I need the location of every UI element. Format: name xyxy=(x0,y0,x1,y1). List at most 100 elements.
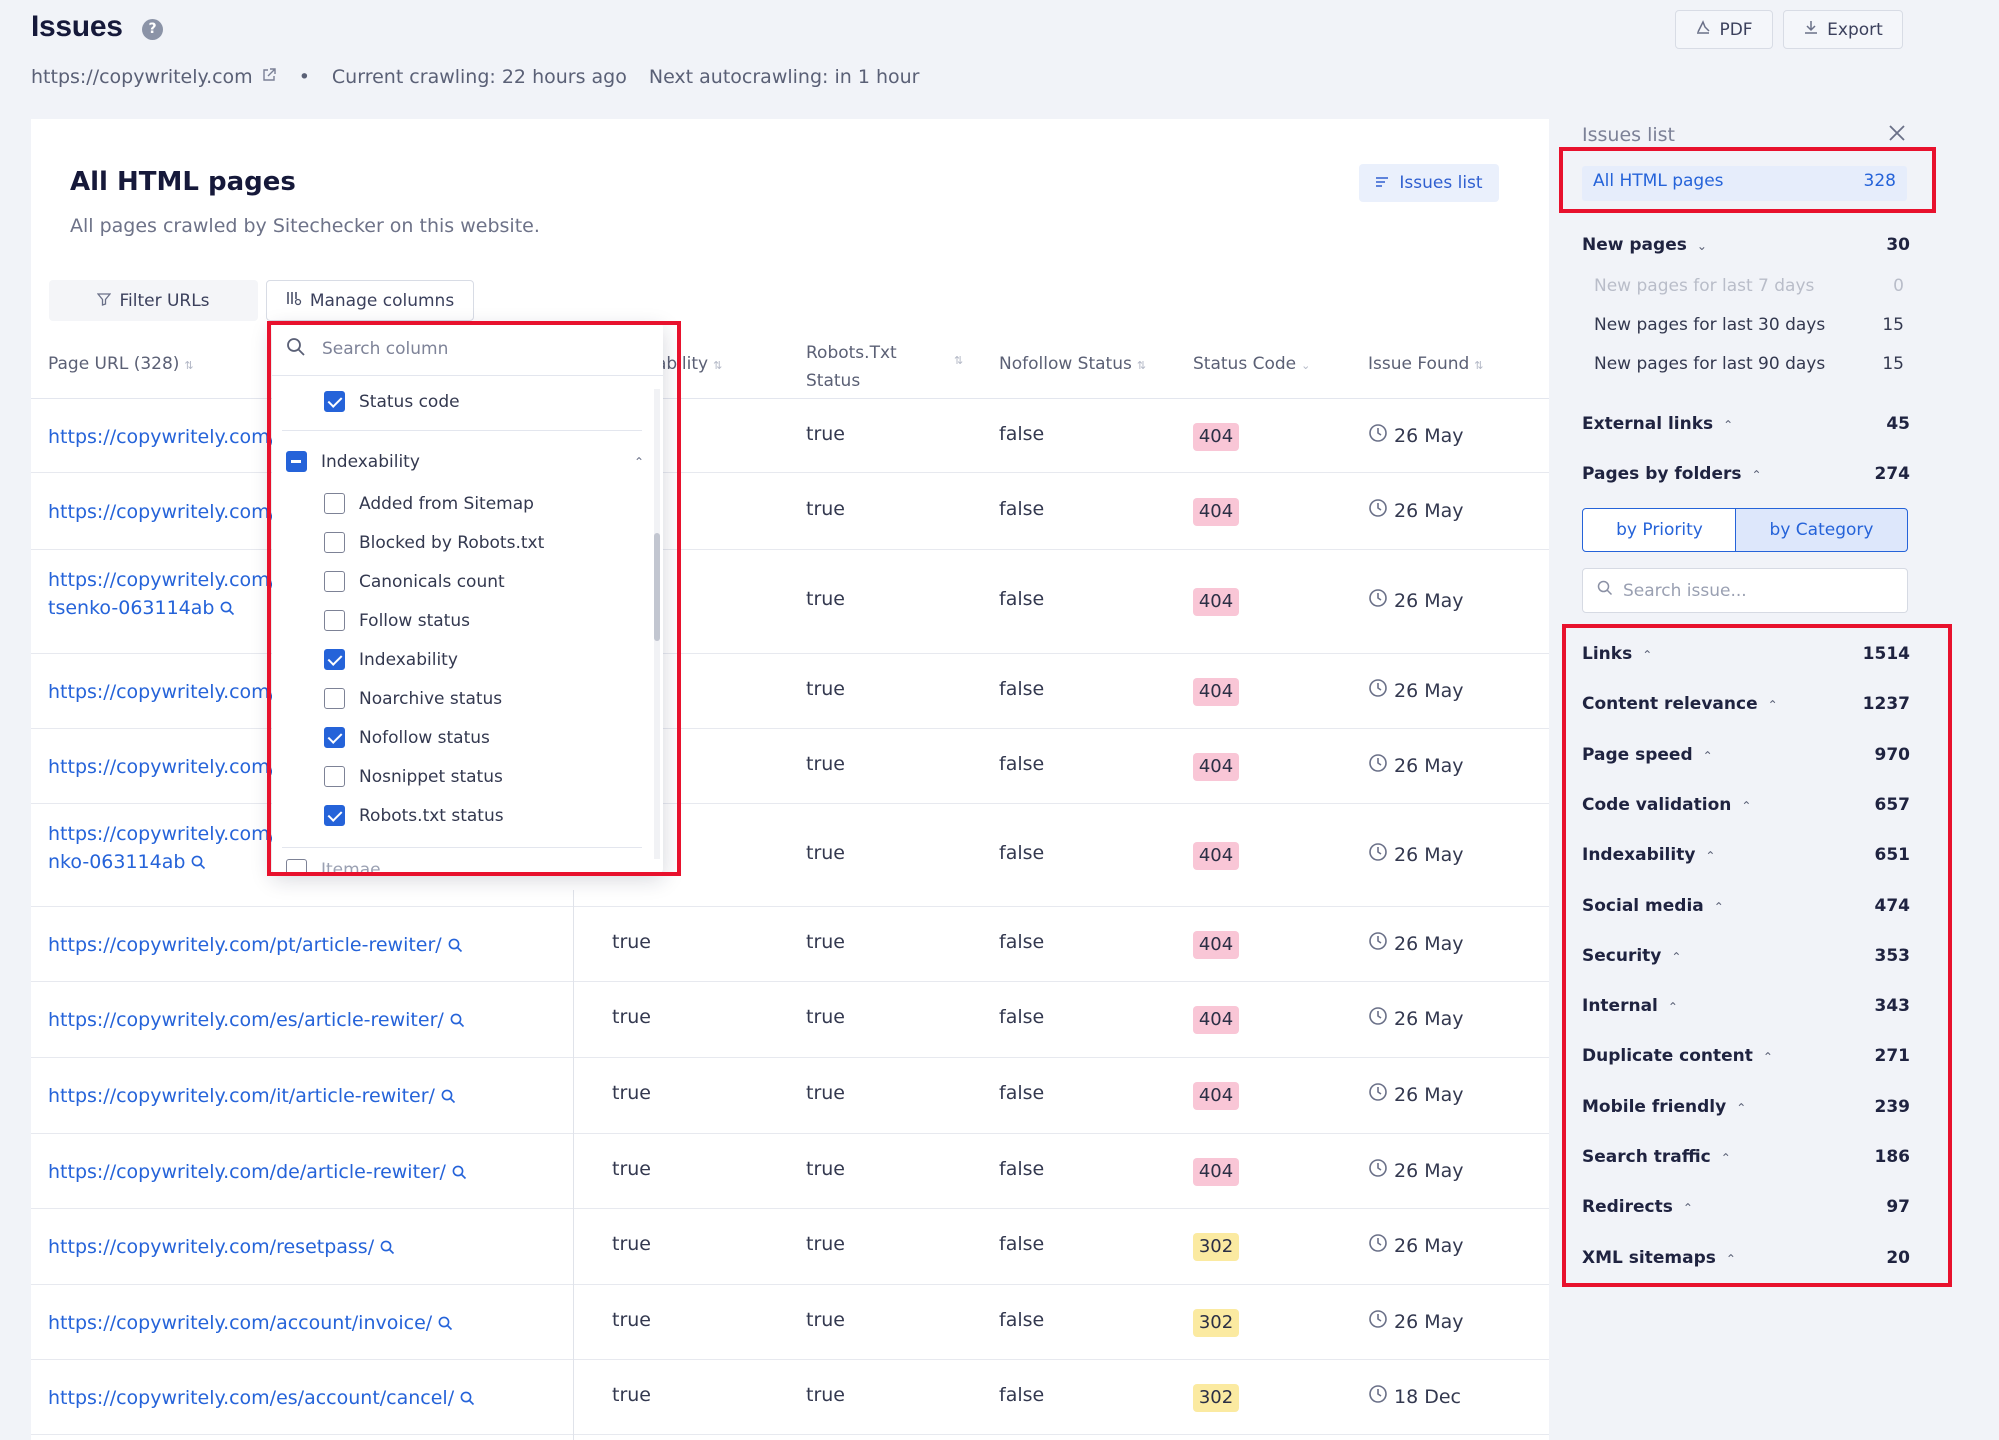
col-nofollow[interactable]: Nofollow Status ⇅ xyxy=(999,354,1146,374)
col-status-code[interactable]: Status Code ⌄ xyxy=(1193,354,1310,374)
col-issue-found[interactable]: Issue Found ⇅ xyxy=(1368,354,1484,374)
issue-found-cell: 26 May xyxy=(1368,1233,1464,1258)
clock-icon xyxy=(1368,1384,1388,1409)
close-icon[interactable] xyxy=(1888,124,1906,146)
robots-status-cell: true xyxy=(806,1082,845,1104)
pdf-button[interactable]: PDF xyxy=(1675,10,1773,49)
table-row[interactable]: https://copywritely.com/r tsenko-063114ab… xyxy=(31,550,1549,654)
site-link[interactable]: https://copywritely.com xyxy=(31,66,253,88)
sidebar-subitem-new-pages[interactable]: New pages for last 7 days 0 xyxy=(1594,276,1904,296)
sidebar-item-external-links[interactable]: External links ⌃ 45 xyxy=(1582,414,1910,434)
nofollow-cell: false xyxy=(999,753,1045,775)
issue-found-cell: 26 May xyxy=(1368,1082,1464,1107)
table-row[interactable]: https://copywritely.com/es/article-rewit… xyxy=(31,982,1549,1058)
column-divider xyxy=(573,890,574,1440)
search-icon[interactable] xyxy=(185,851,206,873)
sidebar-item-pages-by-folders[interactable]: Pages by folders ⌃ 274 xyxy=(1582,464,1910,484)
status-badge: 404 xyxy=(1193,423,1239,451)
search-icon[interactable] xyxy=(214,597,235,619)
table-row[interactable]: https://copywritely.com/account/invoice/… xyxy=(31,1285,1549,1360)
page-url-link[interactable]: https://copywritely.com/resetpass/ xyxy=(48,1233,395,1261)
next-autocrawling: Next autocrawling: in 1 hour xyxy=(648,66,920,88)
search-issue-input[interactable]: Search issue... xyxy=(1582,568,1908,613)
col-robots-status[interactable]: Robots.Txt Status xyxy=(806,339,897,395)
issue-found-cell: 26 May xyxy=(1368,931,1464,956)
help-icon[interactable]: ? xyxy=(142,19,163,40)
chevron-down-icon: ⌄ xyxy=(1696,239,1707,253)
robots-status-cell: true xyxy=(806,1006,845,1028)
table-row[interactable]: https://copywritely.com/t true false 404 26 … xyxy=(31,654,1549,729)
bullet-separator: • xyxy=(298,66,310,88)
issue-found-cell: 18 Dec xyxy=(1368,1384,1461,1409)
clock-icon xyxy=(1368,842,1388,867)
status-badge: 404 xyxy=(1193,931,1239,959)
status-badge: 404 xyxy=(1193,678,1239,706)
issues-list-button[interactable]: Issues list xyxy=(1359,164,1499,202)
page-url-link[interactable]: https://copywritely.com/pt/article-rewit… xyxy=(48,931,463,959)
search-icon[interactable] xyxy=(444,1009,465,1031)
search-icon[interactable] xyxy=(435,1085,456,1107)
manage-columns-button[interactable]: Manage columns xyxy=(266,280,474,321)
issues-list-label: Issues list xyxy=(1399,173,1483,193)
nofollow-cell: false xyxy=(999,1384,1045,1406)
table-row[interactable]: https://copywritely.com/pt/article-rewit… xyxy=(31,907,1549,982)
page-url-link[interactable]: https://copywritely.com/it/article-rewit… xyxy=(48,1082,456,1110)
table-row[interactable]: https://copywritely.com/v nko-063114ab tru… xyxy=(31,804,1549,907)
robots-status-cell: true xyxy=(806,1384,845,1406)
by-category-toggle[interactable]: by Category xyxy=(1735,508,1908,552)
page-url-link[interactable]: https://copywritely.com/de/article-rewit… xyxy=(48,1158,467,1186)
filter-urls-button[interactable]: Filter URLs xyxy=(49,280,258,321)
sort-icon: ⇅ xyxy=(1474,359,1484,372)
table-row[interactable]: https://copywritely.com/resetpass/true tr… xyxy=(31,1209,1549,1285)
indexability-cell: true xyxy=(612,1233,651,1255)
issue-found-cell: 26 May xyxy=(1368,1309,1464,1334)
sidebar-subitem-new-pages[interactable]: New pages for last 90 days 15 xyxy=(1594,354,1904,374)
robots-status-cell: true xyxy=(806,842,845,864)
robots-status-cell: true xyxy=(806,423,845,445)
page-url-link[interactable]: https://copywritely.com/es/article-rewit… xyxy=(48,1006,465,1034)
sort-icon: ⇅ xyxy=(184,359,194,372)
status-badge: 404 xyxy=(1193,1082,1239,1110)
page-url-link[interactable]: https://copywritely.com/r tsenko-063114ab xyxy=(48,566,284,622)
status-badge: 302 xyxy=(1193,1384,1239,1412)
sidebar-item-new-pages[interactable]: New pages ⌄ 30 xyxy=(1582,235,1910,255)
export-button[interactable]: Export xyxy=(1783,10,1903,49)
pdf-label: PDF xyxy=(1719,19,1753,40)
search-icon xyxy=(1597,580,1613,601)
search-icon[interactable] xyxy=(454,1387,475,1409)
robots-status-cell: true xyxy=(806,678,845,700)
search-icon[interactable] xyxy=(446,1161,467,1183)
indexability-cell: true xyxy=(612,1384,651,1406)
manage-columns-label: Manage columns xyxy=(309,290,455,311)
sidebar-subitem-new-pages[interactable]: New pages for last 30 days 15 xyxy=(1594,315,1904,335)
col-page-url[interactable]: Page URL (328) ⇅ xyxy=(48,354,194,374)
clock-icon xyxy=(1368,498,1388,523)
page-url-link[interactable]: https://copywritely.com/v nko-063114ab xyxy=(48,820,287,876)
nofollow-cell: false xyxy=(999,423,1045,445)
clock-icon xyxy=(1368,678,1388,703)
columns-icon xyxy=(286,290,302,311)
table-row[interactable]: https://copywritely.com/it/article-rewit… xyxy=(31,1058,1549,1134)
by-priority-toggle[interactable]: by Priority xyxy=(1582,508,1737,552)
indexability-cell: true xyxy=(612,1082,651,1104)
table-row[interactable]: https://copywritely.com/es/account/cance… xyxy=(31,1360,1549,1435)
table-row[interactable]: https://copywritely.com/a true false 404 26 … xyxy=(31,400,1549,473)
table-row[interactable]: https://copywritely.com/t true false 404 26 … xyxy=(31,729,1549,804)
export-label: Export xyxy=(1827,19,1883,40)
table-row[interactable]: https://copywritely.com/de/article-rewit… xyxy=(31,1134,1549,1209)
indexability-cell: true xyxy=(612,1158,651,1180)
section-description: All pages crawled by Sitechecker on this… xyxy=(70,215,540,237)
external-link-icon[interactable] xyxy=(261,66,277,88)
search-icon[interactable] xyxy=(374,1236,395,1258)
search-icon[interactable] xyxy=(442,934,463,956)
page-url-link[interactable]: https://copywritely.com/es/account/cance… xyxy=(48,1384,475,1412)
highlight-box-categories xyxy=(1562,624,1952,1287)
nofollow-cell: false xyxy=(999,1309,1045,1331)
search-icon[interactable] xyxy=(432,1312,453,1334)
sort-icon[interactable]: ⇅ xyxy=(954,354,963,367)
page-url-link[interactable]: https://copywritely.com/account/invoice/ xyxy=(48,1309,453,1337)
crawl-info: https://copywritely.com • Current crawli… xyxy=(31,66,919,88)
issue-found-cell: 26 May xyxy=(1368,498,1464,523)
nofollow-cell: false xyxy=(999,1006,1045,1028)
table-row[interactable]: https://copywritely.com/p true false 404 26 … xyxy=(31,473,1549,550)
